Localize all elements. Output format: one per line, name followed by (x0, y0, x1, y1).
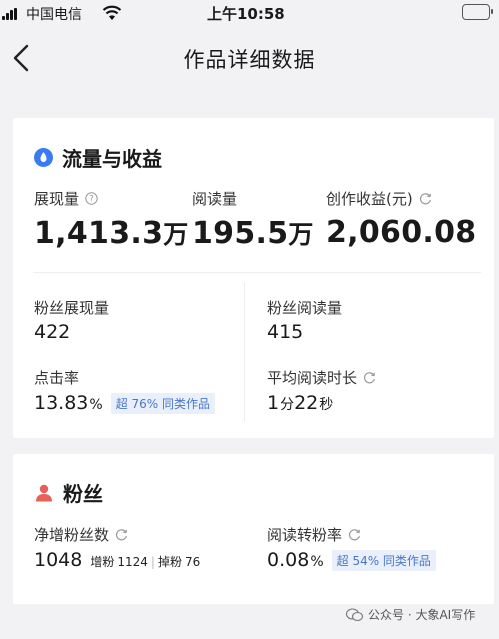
reads-label: 阅读量 (192, 190, 238, 208)
fans-section-header: 粉丝 (34, 478, 103, 507)
fans-loss-label: 掉粉 (157, 555, 182, 569)
carrier-label: 中国电信 (26, 7, 82, 23)
refresh-icon[interactable] (115, 528, 128, 541)
refresh-icon[interactable] (419, 192, 432, 205)
signal-icon (2, 8, 20, 20)
fan-impressions-value: 422 (34, 321, 71, 343)
divider (33, 272, 481, 273)
net-fans-label: 净增粉丝数 (34, 524, 128, 545)
refresh-icon[interactable] (348, 528, 361, 541)
fans-loss-value: 76 (184, 555, 201, 569)
traffic-earnings-card: 流量与收益 展现量 ? 1,413.3万 阅读量 195.5万 创作收益(元) … (13, 118, 494, 438)
fan-impressions-label: 粉丝展现量 (34, 299, 110, 317)
ctr-label: 点击率 (34, 369, 80, 387)
fans-section-title: 粉丝 (63, 482, 103, 506)
fans-gain-value: 1124 (117, 555, 148, 569)
clock: 上午10:58 (207, 5, 285, 23)
divider (244, 282, 245, 422)
flow-icon (34, 148, 53, 167)
wifi-icon (102, 5, 122, 20)
conversion-label: 阅读转粉率 (267, 524, 361, 545)
battery-icon (462, 4, 493, 20)
watermark-text: 公众号 · 大象AI写作 (368, 608, 476, 622)
conversion-value: 0.08% 超 54% 同类作品 (267, 549, 436, 571)
fan-reads-label: 粉丝阅读量 (267, 299, 343, 317)
watermark: 公众号 · 大象AI写作 (346, 606, 475, 623)
earnings-value: 2,060.08 (326, 215, 477, 250)
page-title: 作品详细数据 (183, 48, 316, 72)
question-icon[interactable]: ? (85, 192, 98, 205)
net-fans-value: 1048 增粉 1124 | 掉粉 76 (34, 549, 201, 571)
wechat-icon (346, 607, 363, 621)
impressions-label: 展现量 ? (34, 188, 98, 209)
earnings-label: 创作收益(元) (326, 188, 432, 209)
status-bar: 中国电信 上午10:58 (0, 0, 499, 26)
separator: | (150, 555, 155, 569)
reads-value: 195.5万 (192, 216, 314, 251)
ctr-rank-badge: 超 76% 同类作品 (110, 392, 216, 414)
svg-text:?: ? (89, 195, 94, 205)
avg-read-time-value: 1 分 22 秒 (267, 392, 334, 414)
impressions-value: 1,413.3万 (34, 216, 189, 251)
conversion-rank-badge: 超 54% 同类作品 (331, 549, 436, 571)
fan-reads-value: 415 (267, 321, 304, 343)
traffic-section-header: 流量与收益 (34, 143, 162, 172)
traffic-section-title: 流量与收益 (62, 147, 162, 171)
refresh-icon[interactable] (363, 371, 376, 384)
ctr-value: 13.83% 超 76% 同类作品 (34, 392, 216, 414)
fans-card: 粉丝 净增粉丝数 1048 增粉 1124 | 掉粉 76 阅读转粉率 0.08… (13, 454, 494, 604)
fan-icon (36, 484, 52, 501)
avg-read-time-label: 平均阅读时长 (267, 367, 376, 388)
fans-gain-label: 增粉 (90, 555, 115, 569)
nav-bar: 作品详细数据 (0, 26, 499, 90)
